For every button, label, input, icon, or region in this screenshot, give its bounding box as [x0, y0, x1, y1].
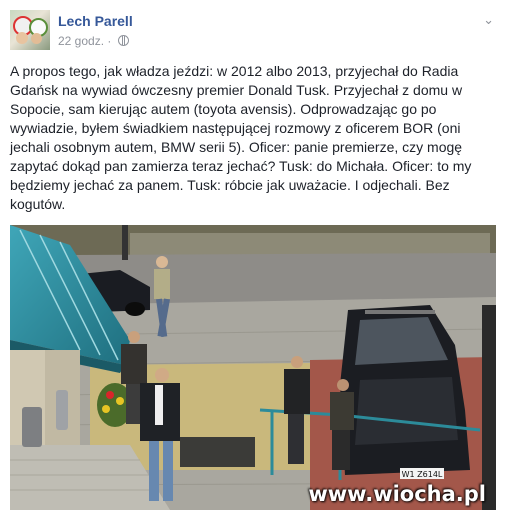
avatar[interactable]: [10, 10, 50, 50]
facebook-post: Lech Parell 22 godz. · ⌄ A propos tego, …: [0, 0, 506, 517]
license-plate: W1 Z614L: [402, 470, 443, 479]
chevron-down-icon[interactable]: ⌄: [483, 12, 494, 28]
post-photo[interactable]: W1 Z614L www.wiocha.pl: [10, 225, 496, 510]
post-timestamp[interactable]: 22 godz.: [58, 34, 104, 48]
photo-scene: W1 Z614L: [10, 225, 496, 510]
author-name[interactable]: Lech Parell: [58, 13, 133, 29]
watermark: www.wiocha.pl: [308, 482, 486, 506]
post-text: A propos tego, jak władza jeździ: w 2012…: [10, 63, 472, 212]
post-header: Lech Parell 22 godz. · ⌄: [10, 10, 500, 54]
globe-icon[interactable]: [117, 35, 129, 46]
post-meta: 22 godz. ·: [58, 34, 129, 48]
meta-separator: ·: [107, 34, 112, 48]
